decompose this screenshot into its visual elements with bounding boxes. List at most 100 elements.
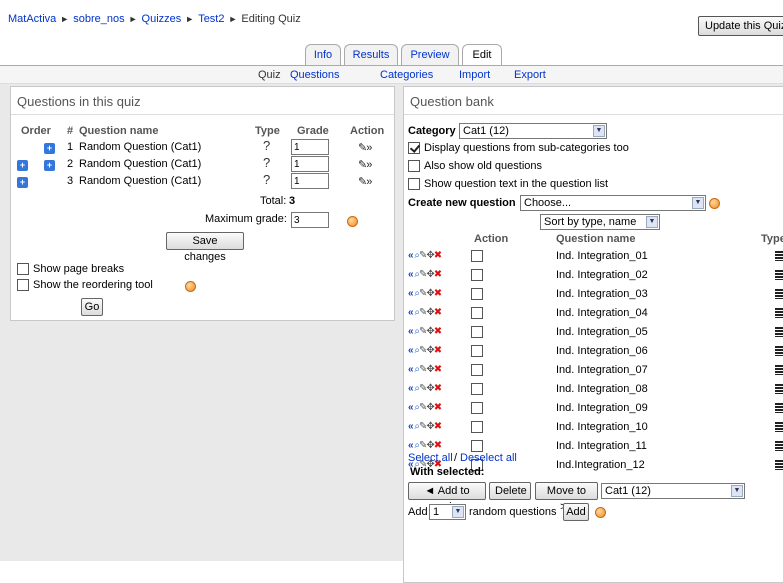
sort-select[interactable]: Sort by type, name ▼: [540, 214, 660, 230]
subtab-categories[interactable]: Categories: [380, 69, 433, 81]
add-to-quiz-icon[interactable]: «: [408, 250, 413, 261]
edit-move-icons[interactable]: ✎»: [358, 141, 372, 154]
help-icon[interactable]: [595, 507, 606, 518]
old-questions-checkbox[interactable]: [408, 160, 420, 172]
select-all-link[interactable]: Select all: [408, 452, 453, 464]
question-action-icons[interactable]: « ⌕✎✥✖: [408, 288, 442, 299]
question-select-checkbox[interactable]: [471, 269, 483, 281]
max-grade-input[interactable]: [291, 212, 329, 228]
question-action-icons[interactable]: « ⌕✎✥✖: [408, 402, 442, 413]
question-action-icons[interactable]: « ⌕✎✥✖: [408, 326, 442, 337]
breadcrumb-matactiva[interactable]: MatActiva: [8, 13, 56, 25]
move-icon[interactable]: ✥: [426, 307, 434, 318]
delete-icon[interactable]: ✖: [434, 421, 442, 432]
random-count-select[interactable]: 1 ▼: [429, 504, 466, 520]
delete-button[interactable]: Delete: [489, 482, 531, 500]
question-action-icons[interactable]: « ⌕✎✥✖: [408, 440, 442, 451]
add-to-quiz-icon[interactable]: «: [408, 402, 413, 413]
add-to-quiz-icon[interactable]: «: [408, 364, 413, 375]
delete-icon[interactable]: ✖: [434, 345, 442, 356]
create-question-select[interactable]: Choose... ▼: [520, 195, 706, 211]
help-icon[interactable]: [185, 281, 196, 292]
move-icon[interactable]: ✥: [426, 345, 434, 356]
question-select-checkbox[interactable]: [471, 326, 483, 338]
delete-icon[interactable]: ✖: [434, 383, 442, 394]
add-to-quiz-button[interactable]: ◄ Add to quiz: [408, 482, 486, 513]
subtab-questions[interactable]: Questions: [290, 69, 340, 81]
delete-icon[interactable]: ✖: [434, 364, 442, 375]
question-select-checkbox[interactable]: [471, 250, 483, 262]
show-reordering-checkbox[interactable]: [17, 279, 29, 291]
add-to-quiz-icon[interactable]: «: [408, 440, 413, 451]
move-icon[interactable]: ✥: [426, 250, 434, 261]
grade-input[interactable]: [291, 139, 329, 155]
deselect-all-link[interactable]: Deselect all: [460, 452, 517, 464]
question-action-icons[interactable]: « ⌕✎✥✖: [408, 307, 442, 318]
question-select-checkbox[interactable]: [471, 383, 483, 395]
add-to-quiz-icon[interactable]: «: [408, 326, 413, 337]
breadcrumb-test2[interactable]: Test2: [198, 13, 224, 25]
tab-preview[interactable]: Preview: [401, 44, 459, 65]
add-to-quiz-icon[interactable]: «: [408, 307, 413, 318]
add-to-quiz-icon[interactable]: «: [408, 345, 413, 356]
delete-icon[interactable]: ✖: [434, 307, 442, 318]
delete-icon[interactable]: ✖: [434, 269, 442, 280]
grade-input[interactable]: [291, 156, 329, 172]
save-changes-button[interactable]: Save changes: [166, 232, 244, 263]
move-icon[interactable]: ✥: [426, 421, 434, 432]
move-icon[interactable]: ✥: [426, 288, 434, 299]
move-down-icon[interactable]: +: [44, 160, 55, 171]
subcategories-checkbox[interactable]: [408, 142, 420, 154]
edit-move-icons[interactable]: ✎»: [358, 158, 372, 171]
question-action-icons[interactable]: « ⌕✎✥✖: [408, 345, 442, 356]
question-select-checkbox[interactable]: [471, 364, 483, 376]
move-target-select[interactable]: Cat1 (12) ▼: [601, 483, 745, 499]
tab-results[interactable]: Results: [344, 44, 398, 65]
add-to-quiz-icon[interactable]: «: [408, 421, 413, 432]
grade-input[interactable]: [291, 173, 329, 189]
move-up-icon[interactable]: +: [17, 177, 28, 188]
delete-icon[interactable]: ✖: [434, 326, 442, 337]
tab-edit[interactable]: Edit: [462, 44, 502, 66]
move-icon[interactable]: ✥: [426, 326, 434, 337]
move-icon[interactable]: ✥: [426, 402, 434, 413]
add-to-quiz-icon[interactable]: «: [408, 269, 413, 280]
move-up-icon[interactable]: +: [17, 160, 28, 171]
delete-icon[interactable]: ✖: [434, 288, 442, 299]
delete-icon[interactable]: ✖: [434, 440, 442, 451]
move-icon[interactable]: ✥: [426, 269, 434, 280]
question-select-checkbox[interactable]: [471, 345, 483, 357]
delete-icon[interactable]: ✖: [434, 250, 442, 261]
go-button[interactable]: Go: [81, 298, 103, 316]
question-select-checkbox[interactable]: [471, 288, 483, 300]
question-select-checkbox[interactable]: [471, 440, 483, 452]
question-select-checkbox[interactable]: [471, 307, 483, 319]
breadcrumb-quizzes[interactable]: Quizzes: [142, 13, 182, 25]
question-select-checkbox[interactable]: [471, 402, 483, 414]
show-page-breaks-checkbox[interactable]: [17, 263, 29, 275]
breadcrumb-sobre-nos[interactable]: sobre_nos: [73, 13, 124, 25]
add-random-button[interactable]: Add: [563, 503, 589, 521]
question-select-checkbox[interactable]: [471, 421, 483, 433]
show-text-checkbox[interactable]: [408, 178, 420, 190]
add-to-quiz-icon[interactable]: «: [408, 383, 413, 394]
move-down-icon[interactable]: +: [44, 143, 55, 154]
delete-icon[interactable]: ✖: [434, 402, 442, 413]
add-to-quiz-icon[interactable]: «: [408, 288, 413, 299]
subtab-export[interactable]: Export: [514, 69, 546, 81]
move-icon[interactable]: ✥: [426, 383, 434, 394]
question-action-icons[interactable]: « ⌕✎✥✖: [408, 383, 442, 394]
tab-info[interactable]: Info: [305, 44, 341, 65]
question-action-icons[interactable]: « ⌕✎✥✖: [408, 421, 442, 432]
edit-move-icons[interactable]: ✎»: [358, 175, 372, 188]
update-quiz-button[interactable]: Update this Quiz: [698, 16, 783, 36]
category-select[interactable]: Cat1 (12) ▼: [459, 123, 607, 139]
help-icon[interactable]: [347, 216, 358, 227]
question-action-icons[interactable]: « ⌕✎✥✖: [408, 250, 442, 261]
subtab-import[interactable]: Import: [459, 69, 490, 81]
question-action-icons[interactable]: « ⌕✎✥✖: [408, 364, 442, 375]
move-icon[interactable]: ✥: [426, 440, 434, 451]
question-action-icons[interactable]: « ⌕✎✥✖: [408, 269, 442, 280]
move-to-button[interactable]: Move to >>: [535, 482, 598, 513]
help-icon[interactable]: [709, 198, 720, 209]
